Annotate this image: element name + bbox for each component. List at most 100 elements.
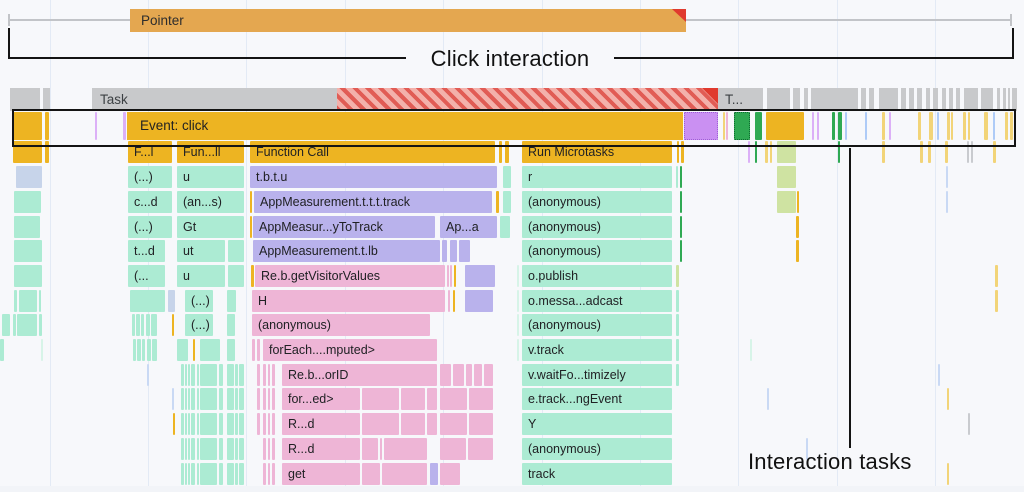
flame-tick[interactable] bbox=[181, 463, 184, 485]
flame-bar[interactable]: AppMeasurement.t.lb bbox=[253, 240, 440, 262]
flame-tick[interactable] bbox=[235, 463, 238, 485]
flame-tick[interactable] bbox=[45, 112, 49, 140]
flame-tick[interactable] bbox=[14, 216, 40, 238]
flame-tick[interactable] bbox=[263, 463, 266, 485]
flame-tick[interactable] bbox=[766, 112, 804, 140]
flame-tick[interactable] bbox=[239, 463, 244, 485]
flame-tick[interactable] bbox=[13, 112, 42, 140]
flame-tick[interactable] bbox=[496, 191, 499, 213]
flame-bar[interactable]: u bbox=[177, 265, 225, 287]
flame-tick[interactable] bbox=[484, 364, 493, 386]
flame-tick[interactable] bbox=[920, 141, 923, 163]
flame-tick[interactable] bbox=[503, 191, 511, 213]
flame-tick[interactable] bbox=[967, 141, 969, 163]
flame-tick[interactable] bbox=[227, 413, 234, 435]
flame-tick[interactable] bbox=[191, 413, 195, 435]
flame-tick[interactable] bbox=[14, 265, 42, 287]
flame-tick[interactable] bbox=[252, 339, 255, 361]
flame-tick[interactable] bbox=[235, 413, 238, 435]
flame-bar[interactable]: ut bbox=[177, 240, 225, 262]
flame-tick[interactable] bbox=[928, 141, 931, 163]
flame-tick[interactable] bbox=[796, 240, 799, 262]
flame-tick[interactable] bbox=[401, 388, 425, 410]
flame-tick[interactable] bbox=[676, 166, 678, 188]
flame-tick[interactable] bbox=[147, 364, 149, 386]
flame-tick[interactable] bbox=[227, 314, 235, 336]
flame-tick[interactable] bbox=[200, 388, 217, 410]
flame-tick[interactable] bbox=[235, 388, 238, 410]
click-interaction-label[interactable]: Click interaction bbox=[431, 46, 590, 72]
flame-tick[interactable] bbox=[172, 314, 174, 336]
flame-tick[interactable] bbox=[168, 290, 175, 312]
flame-tick[interactable] bbox=[41, 339, 43, 361]
flame-tick[interactable] bbox=[676, 290, 679, 312]
flame-tick[interactable] bbox=[152, 339, 157, 361]
flame-tick[interactable] bbox=[929, 112, 933, 140]
flame-tick[interactable] bbox=[227, 388, 234, 410]
interaction-tasks-label[interactable]: Interaction tasks bbox=[748, 449, 912, 475]
flame-tick[interactable] bbox=[680, 240, 682, 262]
flame-tick[interactable] bbox=[188, 388, 190, 410]
flame-tick[interactable] bbox=[191, 438, 195, 460]
flame-tick[interactable] bbox=[938, 364, 940, 386]
flame-tick[interactable] bbox=[263, 364, 266, 386]
flame-tick[interactable] bbox=[185, 364, 187, 386]
flame-tick[interactable] bbox=[188, 364, 190, 386]
flame-tick[interactable] bbox=[971, 141, 973, 163]
flame-bar[interactable]: t...d bbox=[128, 240, 165, 262]
flame-tick[interactable] bbox=[680, 166, 682, 188]
flame-tick[interactable] bbox=[151, 314, 157, 336]
flame-tick[interactable] bbox=[946, 166, 948, 188]
flame-bar[interactable]: Y bbox=[522, 413, 672, 435]
flame-tick[interactable] bbox=[676, 339, 679, 361]
flame-tick[interactable] bbox=[440, 463, 460, 485]
task-fragment[interactable] bbox=[43, 88, 50, 111]
flame-tick[interactable] bbox=[748, 141, 750, 163]
flame-tick[interactable] bbox=[832, 112, 835, 140]
flame-bar[interactable]: R...d bbox=[282, 413, 360, 435]
flame-tick[interactable] bbox=[767, 388, 769, 410]
flame-bar[interactable]: v.waitFo...timizely bbox=[522, 364, 672, 386]
flame-tick[interactable] bbox=[197, 463, 199, 485]
flame-tick[interactable] bbox=[227, 438, 234, 460]
flame-tick[interactable] bbox=[19, 290, 37, 312]
flame-tick[interactable] bbox=[984, 112, 988, 140]
flame-tick[interactable] bbox=[272, 413, 275, 435]
flame-tick[interactable] bbox=[257, 388, 260, 410]
flame-tick[interactable] bbox=[193, 339, 195, 361]
flame-tick[interactable] bbox=[197, 364, 199, 386]
flame-tick[interactable] bbox=[200, 413, 217, 435]
flame-tick[interactable] bbox=[384, 438, 427, 460]
flame-tick[interactable] bbox=[177, 339, 188, 361]
flame-tick[interactable] bbox=[362, 388, 399, 410]
flame-tick[interactable] bbox=[200, 463, 217, 485]
flame-tick[interactable] bbox=[468, 438, 493, 460]
flame-tick[interactable] bbox=[882, 112, 885, 140]
flame-bar[interactable]: (anonymous) bbox=[522, 240, 672, 262]
flame-tick[interactable] bbox=[263, 438, 266, 460]
flame-tick[interactable] bbox=[750, 339, 752, 361]
flame-tick[interactable] bbox=[812, 112, 814, 140]
flame-bar[interactable]: (anonymous) bbox=[252, 314, 430, 336]
flame-tick[interactable] bbox=[219, 438, 223, 460]
flame-tick[interactable] bbox=[450, 240, 457, 262]
flame-tick[interactable] bbox=[130, 290, 165, 312]
flame-tick[interactable] bbox=[517, 314, 519, 336]
flame-tick[interactable] bbox=[239, 413, 244, 435]
flame-tick[interactable] bbox=[227, 463, 234, 485]
flame-tick[interactable] bbox=[440, 438, 466, 460]
flame-tick[interactable] bbox=[141, 314, 144, 336]
flame-tick[interactable] bbox=[219, 413, 223, 435]
flame-tick[interactable] bbox=[517, 290, 519, 312]
flame-tick[interactable] bbox=[200, 364, 217, 386]
flame-tick[interactable] bbox=[14, 191, 41, 213]
flame-tick[interactable] bbox=[993, 112, 995, 140]
flame-tick[interactable] bbox=[968, 413, 970, 435]
flame-tick[interactable] bbox=[770, 141, 772, 163]
flame-tick[interactable] bbox=[889, 112, 891, 140]
flame-tick[interactable] bbox=[181, 438, 184, 460]
flame-tick[interactable] bbox=[95, 112, 97, 140]
flame-tick[interactable] bbox=[142, 339, 145, 361]
flame-tick[interactable] bbox=[250, 216, 252, 238]
flame-tick[interactable] bbox=[147, 339, 151, 361]
